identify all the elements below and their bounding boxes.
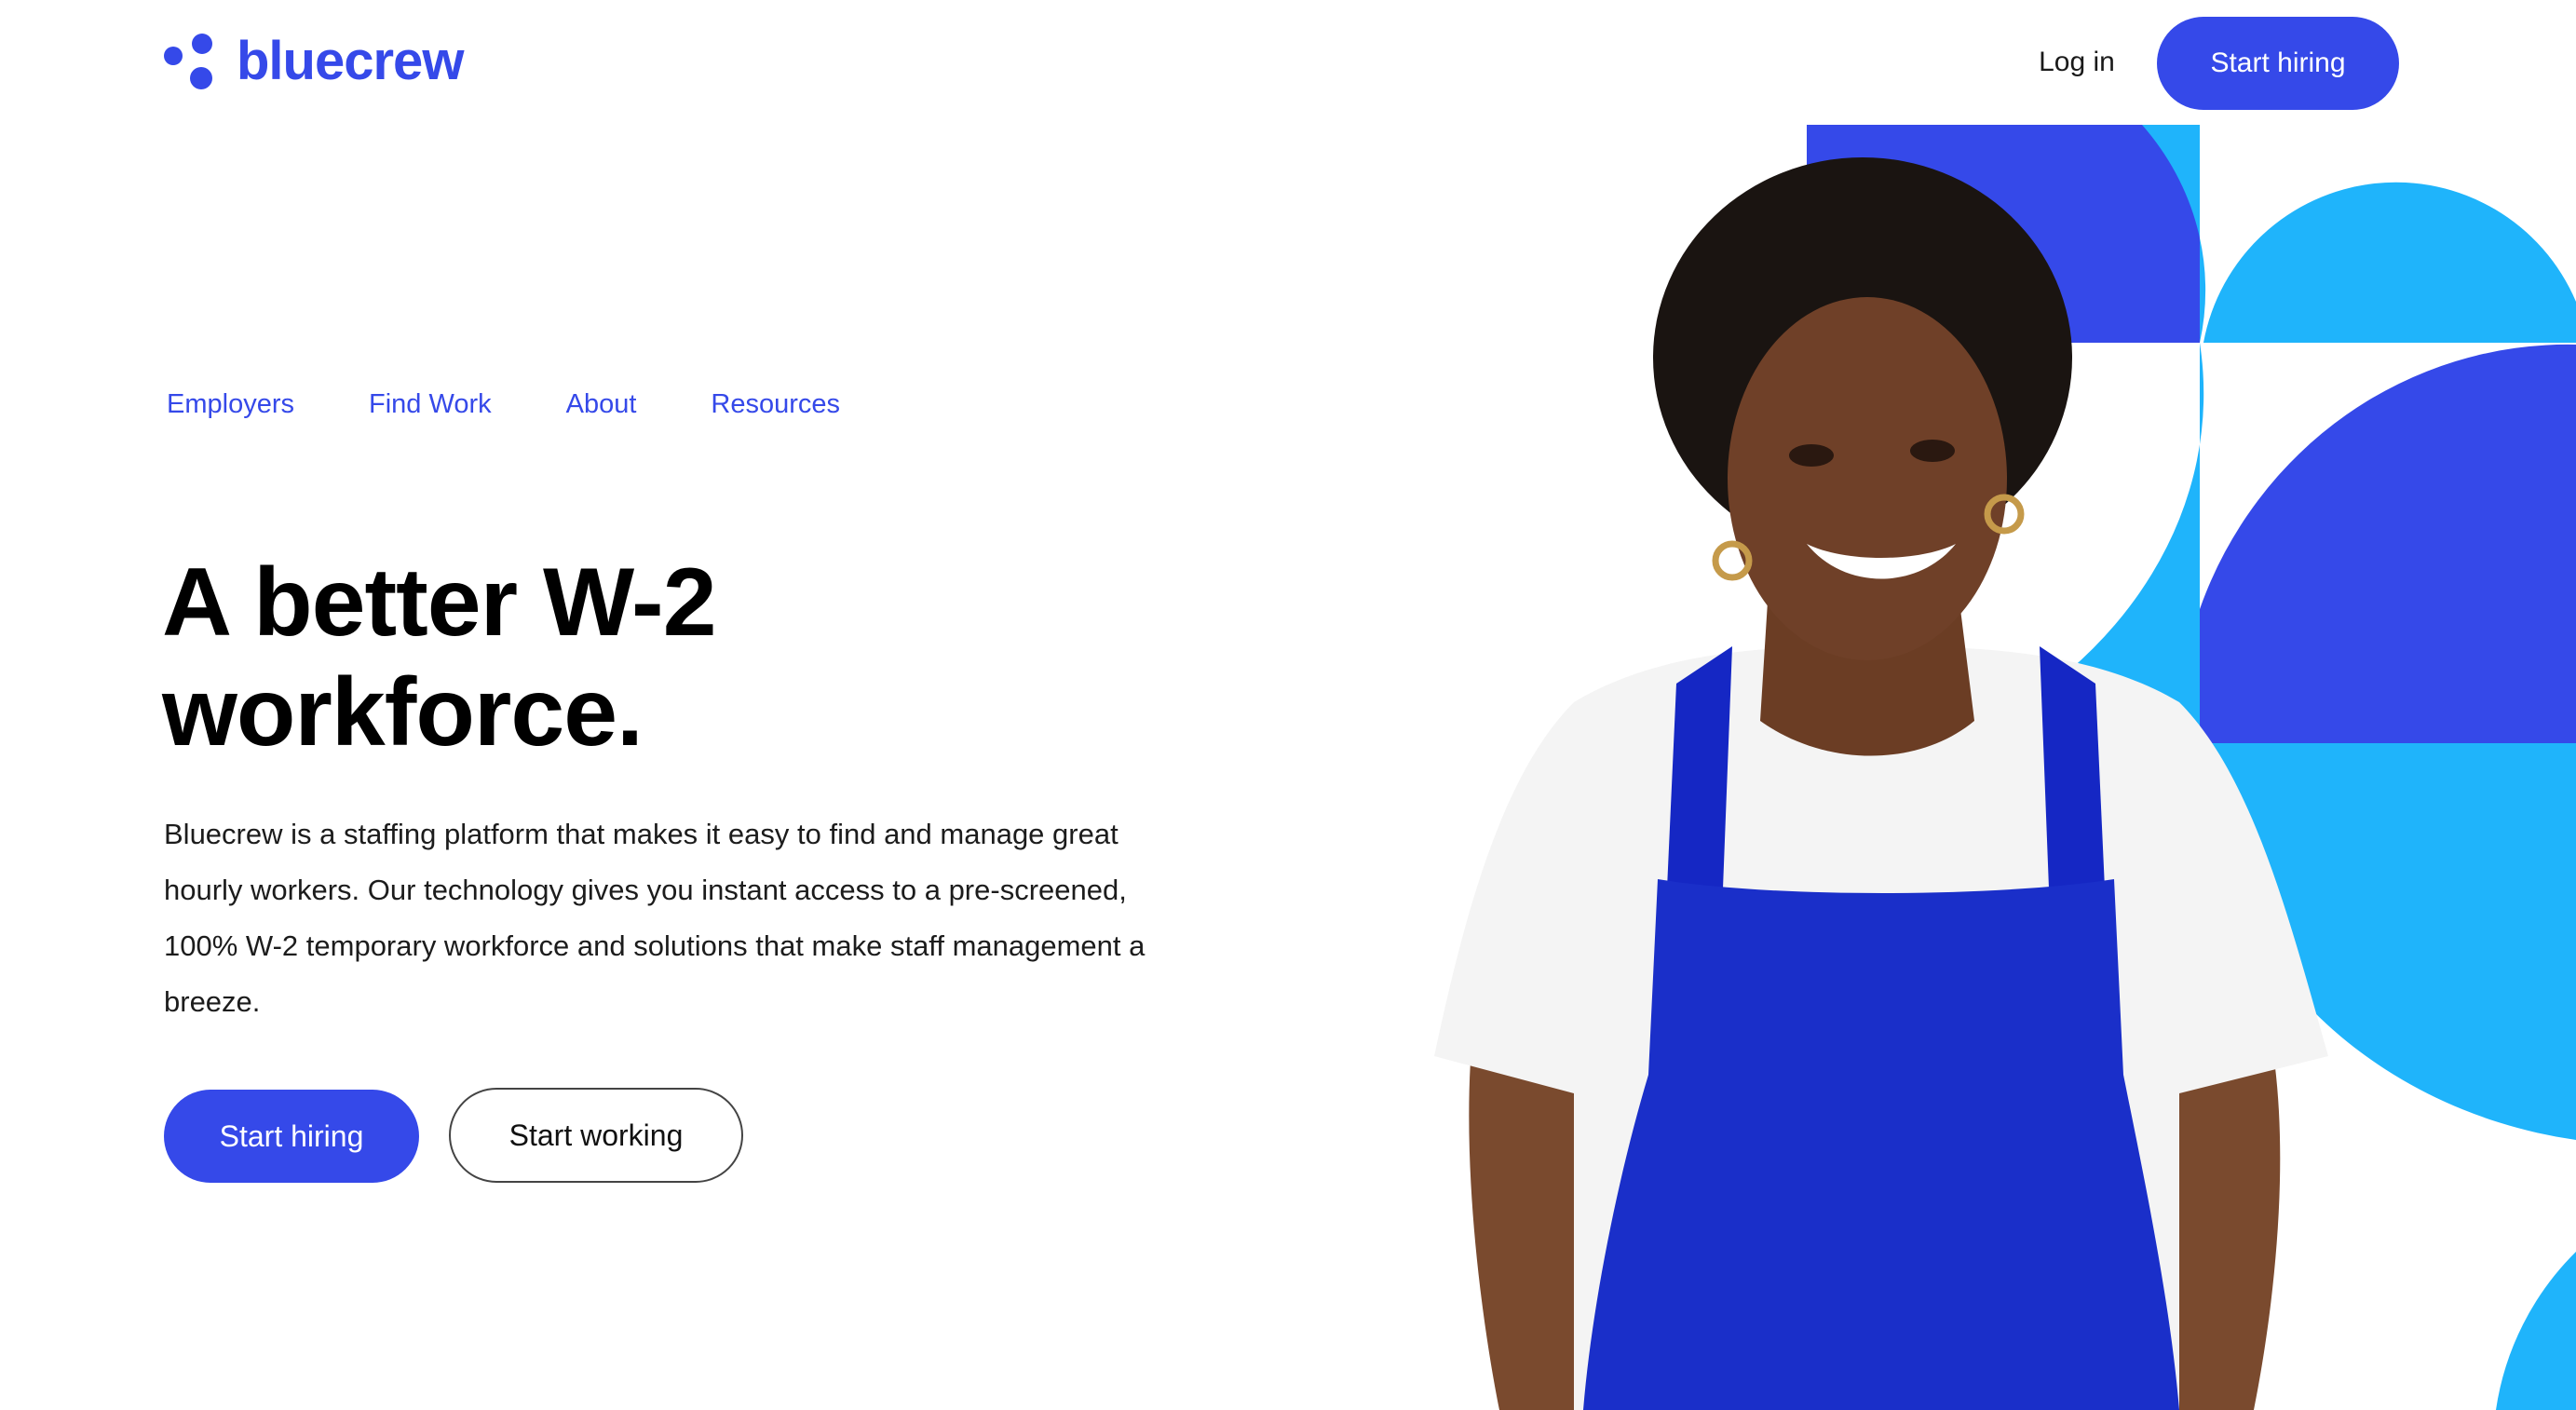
main-nav: Employers Find Work About Resources [167, 389, 840, 420]
bluecrew-logo[interactable]: bluecrew [164, 31, 464, 91]
hero-illustration [1434, 125, 2576, 1410]
nav-item-find-work[interactable]: Find Work [369, 389, 492, 420]
logo-wordmark: bluecrew [237, 31, 464, 91]
header-start-hiring-button[interactable]: Start hiring [2157, 17, 2399, 110]
nav-item-employers[interactable]: Employers [167, 389, 294, 420]
nav-item-about[interactable]: About [566, 389, 637, 420]
hero-headline-line2: workforce. [162, 658, 644, 766]
hero-headline-line1: A better W-2 [162, 549, 717, 657]
hero-start-working-button[interactable]: Start working [449, 1088, 743, 1183]
hero-headline: A better W-2 workforce. [162, 548, 1186, 767]
hero-image [1434, 125, 2576, 1410]
login-link[interactable]: Log in [1993, 35, 2161, 89]
nav-item-resources[interactable]: Resources [711, 389, 840, 420]
worker-figure [1434, 157, 2328, 1410]
hero-description: Bluecrew is a staffing platform that mak… [164, 818, 1146, 1018]
hero-start-hiring-button[interactable]: Start hiring [164, 1090, 419, 1183]
logo-dots-icon [164, 34, 216, 89]
